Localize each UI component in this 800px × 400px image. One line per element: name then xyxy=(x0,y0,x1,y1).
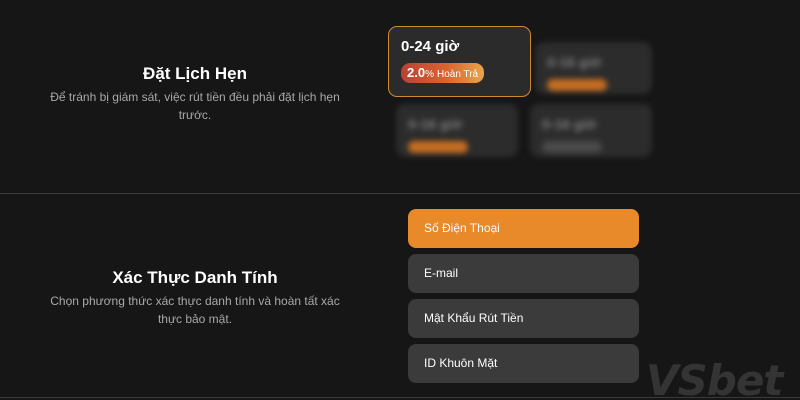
badge-unit: % xyxy=(425,69,434,80)
badge-value: 2.0 xyxy=(407,65,426,80)
schedule-card-blurred[interactable]: 0-16 giờ xyxy=(396,104,518,157)
badge-label: Hoàn Trả xyxy=(436,69,479,80)
verification-title: Xác Thực Danh Tính xyxy=(112,268,278,287)
schedule-section: Đặt Lịch Hẹn Để tránh bị giám sát, việc … xyxy=(0,0,800,194)
card-badge-placeholder xyxy=(547,79,607,91)
verification-description: Chọn phương thức xác thực danh tính và h… xyxy=(50,294,340,326)
brand-watermark: VSbet xyxy=(646,356,783,400)
schedule-description: Để tránh bị giám sát, việc rút tiền đều … xyxy=(50,90,340,122)
card-badge-placeholder xyxy=(408,141,468,153)
schedule-text: Đặt Lịch Hẹn Để tránh bị giám sát, việc … xyxy=(40,64,350,124)
rebate-badge: 2.0 % Hoàn Trả xyxy=(401,63,485,83)
schedule-card-blurred[interactable]: 0-16 giờ xyxy=(530,104,652,157)
section-divider xyxy=(0,193,800,194)
schedule-title: Đặt Lịch Hẹn xyxy=(143,64,247,83)
card-title: 0-24 giờ xyxy=(401,38,460,55)
verification-text: Xác Thực Danh Tính Chọn phương thức xác … xyxy=(40,268,350,328)
card-badge-placeholder xyxy=(542,141,602,153)
card-title: 0-16 giờ xyxy=(408,116,463,132)
option-phone-button[interactable]: Số Điện Thoại xyxy=(408,209,639,248)
option-face-id-button[interactable]: ID Khuôn Mặt xyxy=(408,344,639,383)
option-withdraw-password-button[interactable]: Mật Khẩu Rút Tiền xyxy=(408,299,639,338)
schedule-card-active[interactable]: 0-24 giờ 2.0 % Hoàn Trả xyxy=(388,26,531,97)
card-title: 0-16 giờ xyxy=(547,54,602,70)
schedule-card-blurred[interactable]: 0-16 giờ xyxy=(535,42,652,94)
card-title: 0-16 giờ xyxy=(542,116,597,132)
option-email-button[interactable]: E-mail xyxy=(408,254,639,293)
